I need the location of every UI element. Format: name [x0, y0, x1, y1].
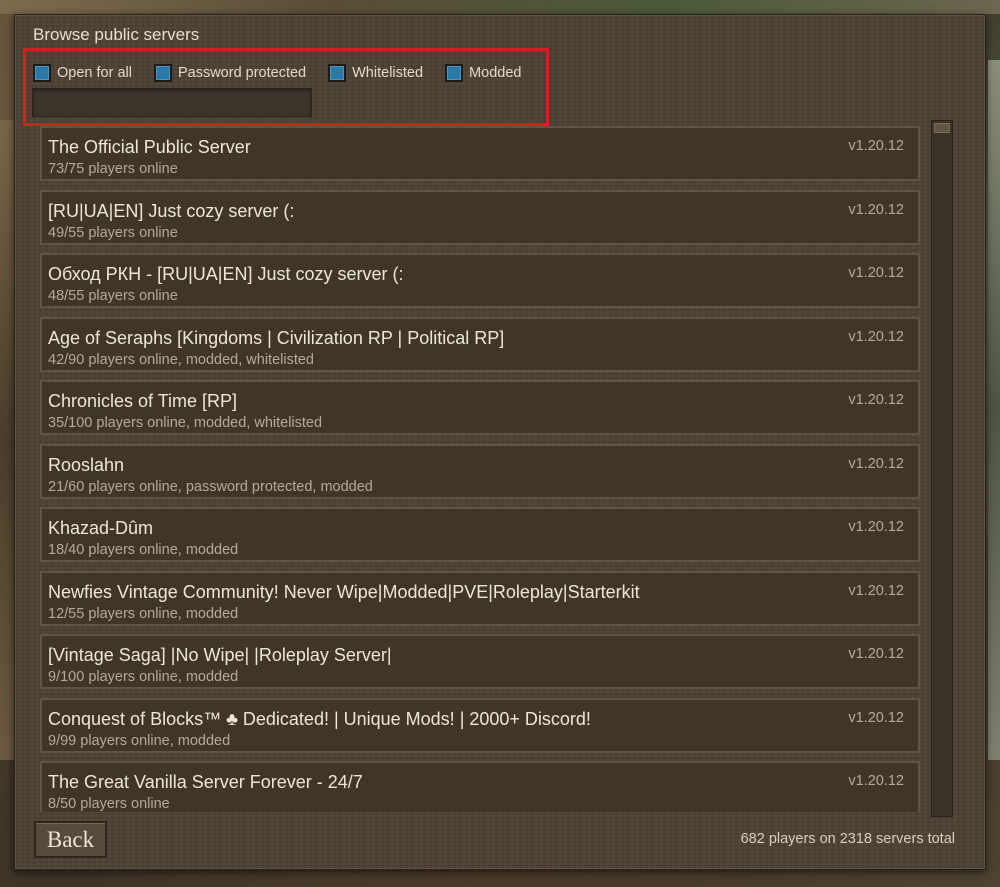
dialog-title: Browse public servers	[33, 25, 200, 44]
filter-options: Open for all Password protected Whitelis…	[33, 63, 543, 83]
background-right	[988, 60, 1000, 760]
server-name: Chronicles of Time [RP]	[48, 391, 238, 411]
search-input[interactable]	[32, 88, 312, 117]
filter-password-protected[interactable]: Password protected	[153, 64, 307, 82]
server-version: v1.20.12	[848, 646, 904, 662]
server-row[interactable]: Khazad-Dûm 18/40 players online, modded …	[40, 507, 920, 562]
server-row[interactable]: Newfies Vintage Community! Never Wipe|Mo…	[40, 571, 920, 626]
background-left	[0, 120, 14, 760]
server-version: v1.20.12	[848, 329, 904, 345]
server-version: v1.20.12	[848, 202, 904, 218]
scrollbar-thumb[interactable]	[934, 123, 950, 133]
server-name: Обход РКН - [RU|UA|EN] Just cozy server …	[48, 264, 404, 284]
password-protected-checkbox[interactable]	[153, 64, 172, 82]
server-name: [RU|UA|EN] Just cozy server (:	[48, 201, 295, 221]
server-info: 21/60 players online, password protected…	[48, 479, 373, 495]
server-info: 9/100 players online, modded	[48, 669, 239, 685]
server-info: 49/55 players online	[48, 225, 178, 241]
server-totals: 682 players on 2318 servers total	[740, 831, 955, 847]
server-version: v1.20.12	[848, 138, 904, 154]
server-row[interactable]: Rooslahn 21/60 players online, password …	[40, 444, 920, 499]
server-version: v1.20.12	[848, 583, 904, 599]
server-name: [Vintage Saga] |No Wipe| |Roleplay Serve…	[48, 645, 392, 665]
server-name: Conquest of Blocks™ ♣ Dedicated! | Uniqu…	[48, 709, 591, 729]
whitelisted-checkbox[interactable]	[328, 64, 347, 82]
server-name: Khazad-Dûm	[48, 518, 154, 538]
server-row[interactable]: Обход РКН - [RU|UA|EN] Just cozy server …	[40, 253, 920, 308]
server-version: v1.20.12	[848, 519, 904, 535]
server-row[interactable]: Age of Seraphs [Kingdoms | Civilization …	[40, 317, 920, 372]
server-info: 35/100 players online, modded, whitelist…	[48, 415, 323, 431]
server-row[interactable]: The Great Vanilla Server Forever - 24/7 …	[40, 761, 920, 812]
server-row[interactable]: [RU|UA|EN] Just cozy server (: 49/55 pla…	[40, 190, 920, 245]
browse-servers-dialog: Browse public servers Open for all Passw…	[14, 14, 986, 870]
server-name: The Official Public Server	[48, 137, 251, 157]
filter-label: Open for all	[57, 65, 132, 81]
server-version: v1.20.12	[848, 392, 904, 408]
server-version: v1.20.12	[848, 265, 904, 281]
filter-label: Password protected	[177, 65, 307, 81]
server-info: 8/50 players online	[48, 796, 170, 812]
server-name: Rooslahn	[48, 455, 125, 475]
server-info: 18/40 players online, modded	[48, 542, 239, 558]
server-info: 12/55 players online, modded	[48, 606, 239, 622]
server-info: 48/55 players online	[48, 288, 178, 304]
filter-label: Whitelisted	[352, 65, 424, 81]
server-version: v1.20.12	[848, 456, 904, 472]
server-row[interactable]: [Vintage Saga] |No Wipe| |Roleplay Serve…	[40, 634, 920, 689]
server-name: Age of Seraphs [Kingdoms | Civilization …	[48, 328, 505, 348]
server-name: Newfies Vintage Community! Never Wipe|Mo…	[48, 582, 640, 602]
modded-checkbox[interactable]	[445, 64, 464, 82]
server-row[interactable]: Chronicles of Time [RP] 35/100 players o…	[40, 380, 920, 435]
server-list: The Official Public Server 73/75 players…	[40, 126, 935, 812]
server-info: 42/90 players online, modded, whiteliste…	[48, 352, 314, 368]
server-name: The Great Vanilla Server Forever - 24/7	[48, 772, 363, 792]
filter-whitelisted[interactable]: Whitelisted	[328, 64, 423, 82]
server-version: v1.20.12	[848, 710, 904, 726]
filter-open-for-all[interactable]: Open for all	[33, 64, 132, 82]
server-info: 9/99 players online, modded	[48, 733, 231, 749]
server-version: v1.20.12	[848, 773, 904, 789]
open-for-all-checkbox[interactable]	[33, 64, 51, 82]
filter-modded[interactable]: Modded	[445, 64, 521, 82]
background-top	[0, 0, 1000, 14]
server-row[interactable]: Conquest of Blocks™ ♣ Dedicated! | Uniqu…	[40, 698, 920, 753]
server-info: 73/75 players online	[48, 161, 178, 177]
filter-label: Modded	[469, 65, 522, 81]
server-list-scrollbar[interactable]	[931, 120, 953, 817]
back-button[interactable]: Back	[34, 821, 107, 858]
server-row[interactable]: The Official Public Server 73/75 players…	[40, 126, 920, 181]
